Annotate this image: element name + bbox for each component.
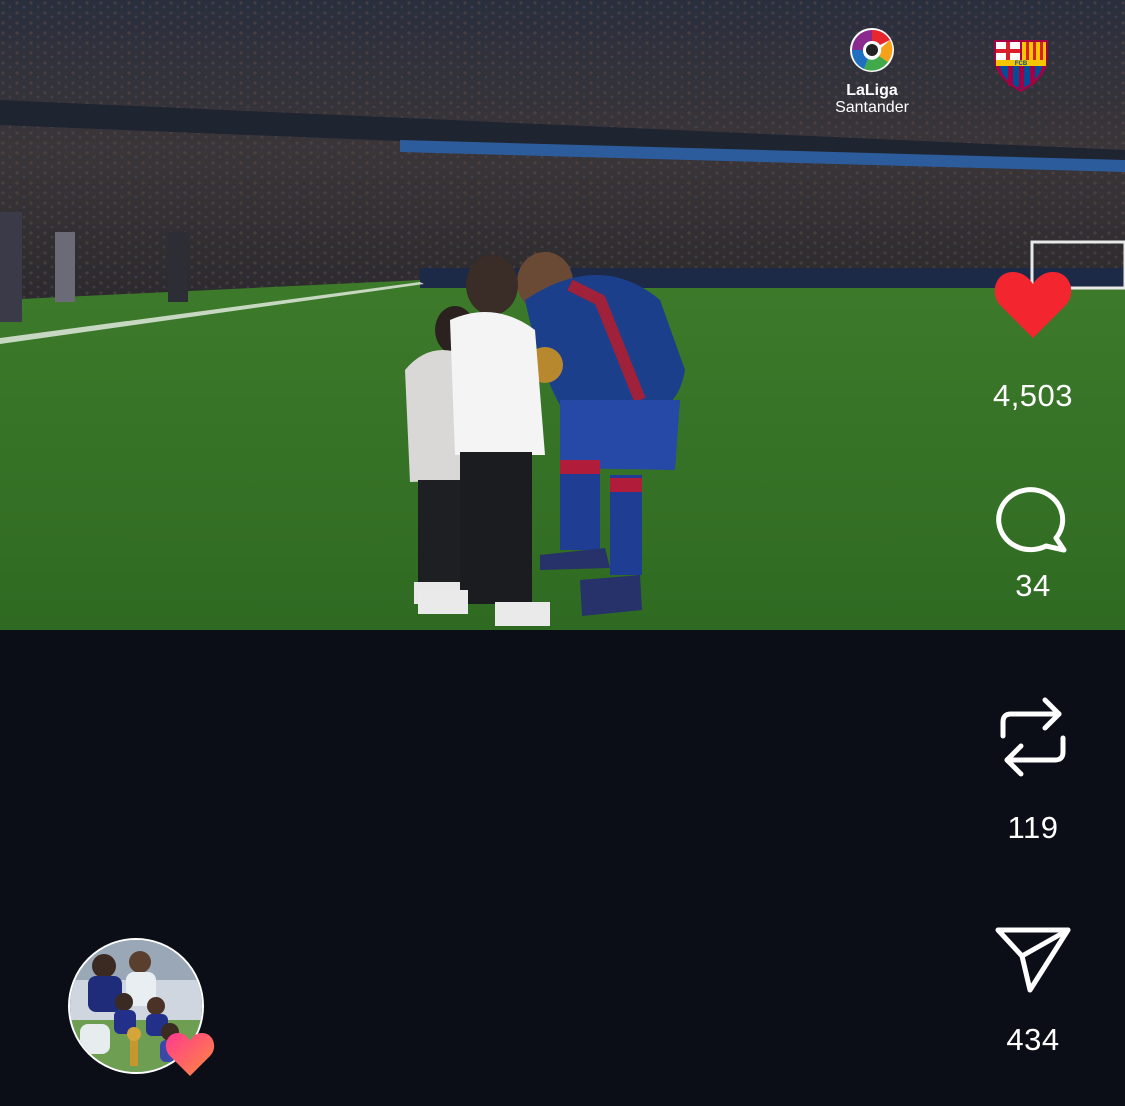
laliga-logo: LaLiga Santander	[818, 26, 926, 117]
repost-action[interactable]: 119	[968, 692, 1098, 846]
comment-icon[interactable]	[996, 482, 1070, 554]
like-count: 4,503	[992, 378, 1074, 413]
repost-icon[interactable]	[997, 692, 1069, 782]
share-action[interactable]: 434	[968, 924, 1098, 1058]
laliga-ball-icon	[850, 28, 894, 72]
fc-barcelona-crest-icon: FCB	[994, 40, 1048, 92]
heart-gradient-icon	[165, 1033, 215, 1076]
share-count: 434	[1006, 1022, 1060, 1057]
like-action[interactable]: 4,503	[968, 268, 1098, 414]
laliga-line1: LaLiga	[846, 82, 898, 99]
comment-action[interactable]: 34	[968, 482, 1098, 604]
repost-count: 119	[1007, 810, 1059, 845]
video-player[interactable]: LaLiga Santander FCB	[0, 0, 1125, 630]
crest-text: FCB	[1015, 61, 1028, 67]
video-frame	[0, 0, 1125, 630]
author-avatar-button[interactable]	[68, 938, 215, 1076]
comment-count: 34	[1015, 568, 1051, 603]
send-icon[interactable]	[994, 924, 1072, 994]
laliga-line2: Santander	[835, 99, 909, 116]
heart-icon[interactable]	[993, 268, 1073, 340]
